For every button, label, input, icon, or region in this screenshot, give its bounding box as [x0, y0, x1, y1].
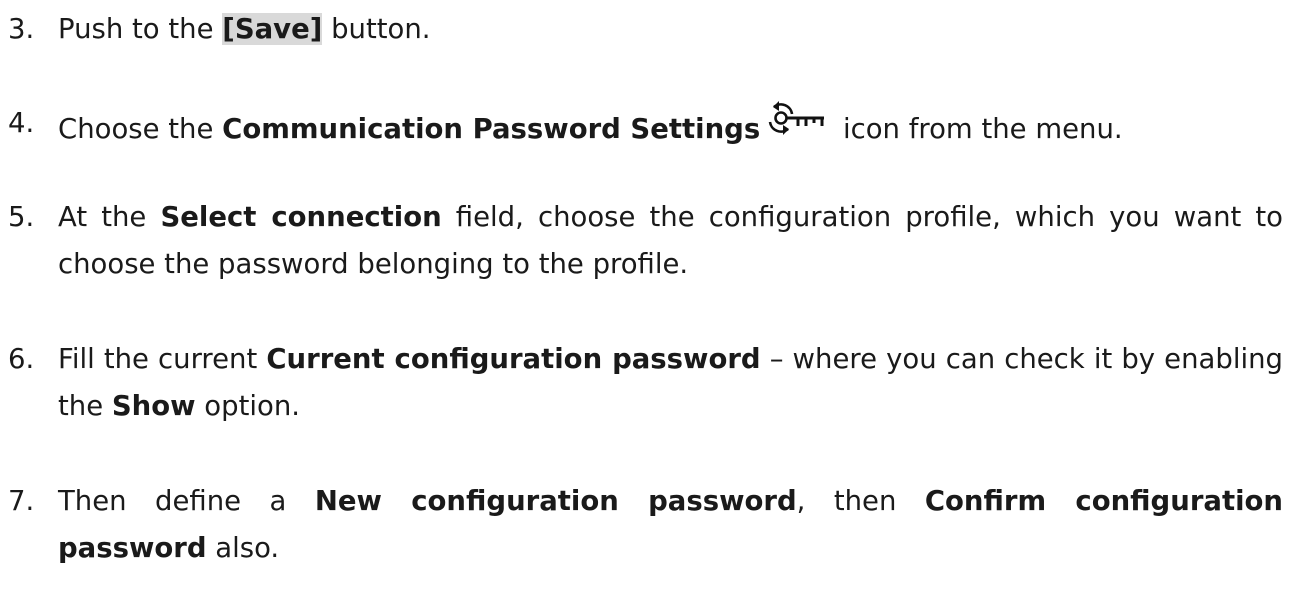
step-5: 5. At the Select connection field, choos…: [8, 194, 1283, 288]
step-text: Then define a New configuration password…: [58, 485, 1283, 564]
step-text: Push to the [Save] button.: [58, 13, 431, 45]
step-4: 4. Choose the Communication Password Set…: [8, 100, 1283, 153]
step-6: 6. Fill the current Current configuratio…: [8, 336, 1283, 430]
step-text: At the Select connection field, choose t…: [58, 201, 1283, 280]
step-number: 6.: [8, 343, 35, 375]
show-option-label: Show: [111, 390, 196, 422]
instruction-list: 3. Push to the [Save] button. 4. Choose …: [0, 0, 1292, 599]
step-number: 5.: [8, 201, 35, 233]
new-configuration-password-label: New configuration password: [314, 485, 797, 517]
step-text: Fill the current Current configuration p…: [58, 343, 1283, 422]
current-configuration-password-label: Current configuration password: [266, 343, 761, 375]
step-text: Choose the Communication Password Settin…: [58, 100, 1283, 153]
select-connection-label: Select connection: [160, 201, 442, 233]
communication-password-settings-label: Communication Password Settings: [222, 113, 761, 145]
step-number: 7.: [8, 485, 35, 517]
step-7: 7. Then define a New configuration passw…: [8, 478, 1283, 572]
step-number: 3.: [8, 13, 35, 45]
key-refresh-icon: [764, 100, 828, 140]
step-number: 4.: [8, 107, 35, 139]
save-button-reference: [Save]: [222, 13, 323, 45]
step-3: 3. Push to the [Save] button.: [8, 6, 1283, 53]
